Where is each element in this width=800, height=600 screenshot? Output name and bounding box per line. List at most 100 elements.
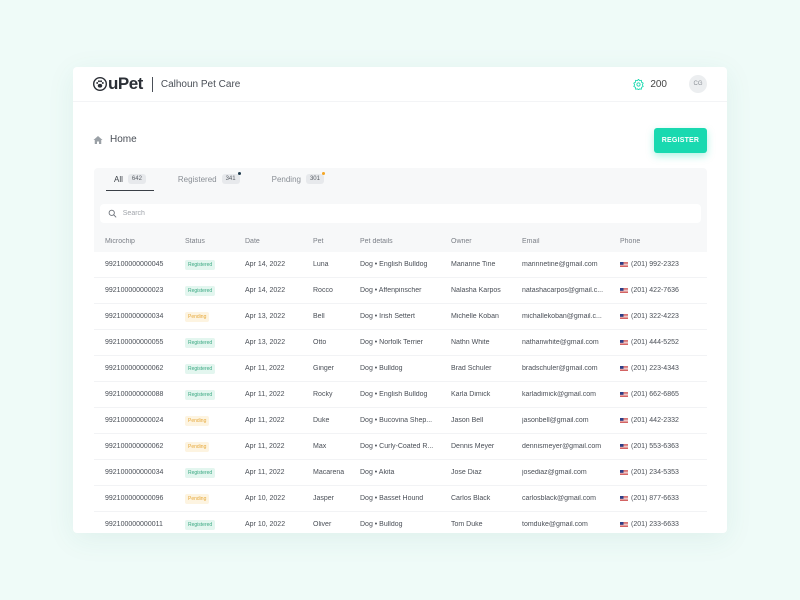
phone-number: (201) 662-6865: [631, 391, 679, 398]
topbar-divider: [73, 101, 727, 102]
phone-cell: (201) 444-5252: [620, 339, 707, 346]
tab-pending[interactable]: Pending 301: [264, 168, 332, 190]
owner-cell: Michelle Koban: [451, 313, 499, 320]
table-row[interactable]: 992100000000055 Registered Apr 13, 2022 Ott…: [94, 330, 707, 356]
status-badge: Pending: [185, 415, 210, 426]
status-badge: Registered: [185, 363, 216, 374]
breadcrumb-home: Home: [110, 134, 137, 145]
pet-details-cell: Dog • Bulldog: [360, 365, 403, 372]
table-row[interactable]: 992100000000023 Registered Apr 14, 2022 Roc…: [94, 278, 707, 304]
register-button[interactable]: REGISTER: [654, 128, 707, 153]
phone-number: (201) 442-2332: [631, 417, 679, 424]
table-row[interactable]: 992100000000024 Pending Apr 11, 2022 Duke Do…: [94, 408, 707, 434]
microchip-cell: 992100000000034: [105, 313, 164, 320]
tab-all[interactable]: All 642: [106, 168, 154, 191]
microchip-cell: 992100000000045: [105, 261, 164, 268]
pet-name-cell: Max: [313, 443, 327, 450]
column-header-email[interactable]: Email: [522, 238, 620, 245]
status-cell: Registered: [185, 363, 245, 374]
status-badge: Pending: [185, 311, 210, 322]
table-row[interactable]: 992100000000034 Registered Apr 11, 2022 Mac…: [94, 460, 707, 486]
tab-count: 341: [225, 176, 236, 182]
pet-name-cell: Ginger: [313, 365, 335, 372]
pet-name-cell: Oliver: [313, 521, 332, 528]
status-badge: Pending: [185, 493, 210, 504]
tab-registered[interactable]: Registered 341: [170, 168, 248, 190]
microchip-cell: 992100000000034: [105, 469, 164, 476]
table-row[interactable]: 992100000000062 Registered Apr 11, 2022 Gin…: [94, 356, 707, 382]
us-flag-icon: [620, 444, 628, 449]
tab-count-badge: 642: [127, 174, 146, 184]
column-header-pet-details[interactable]: Pet details: [360, 238, 451, 245]
column-header-owner[interactable]: Owner: [451, 238, 522, 245]
tab-count-badge: 341: [221, 172, 241, 184]
us-flag-icon: [620, 496, 628, 501]
gear-badge-icon: [633, 78, 645, 90]
table-row[interactable]: 992100000000062 Pending Apr 11, 2022 Max Dog…: [94, 434, 707, 460]
owner-cell: Dennis Meyer: [451, 443, 495, 450]
microchip-cell: 992100000000011: [105, 521, 163, 528]
date-cell: Apr 11, 2022: [245, 443, 285, 450]
pet-details-cell: Dog • Bulldog: [360, 521, 403, 528]
phone-number: (201) 223-4343: [631, 365, 679, 372]
phone-number: (201) 233-6633: [631, 521, 679, 528]
phone-cell: (201) 992-2323: [620, 261, 707, 268]
table-row[interactable]: 992100000000088 Registered Apr 11, 2022 Roc…: [94, 382, 707, 408]
date-cell: Apr 13, 2022: [245, 313, 286, 320]
table-row[interactable]: 992100000000096 Pending Apr 10, 2022 Jasper…: [94, 486, 707, 512]
email-cell: carlosblack@gmail.com: [522, 495, 597, 502]
date-cell: Apr 11, 2022: [245, 417, 285, 424]
pet-name-cell: Macarena: [313, 469, 345, 476]
points-indicator[interactable]: 200: [633, 78, 667, 90]
table-row[interactable]: 992100000000034 Pending Apr 13, 2022 Bell Do…: [94, 304, 707, 330]
email-cell: jasonbell@gmail.com: [522, 417, 589, 424]
tab-label: Pending: [271, 174, 301, 184]
pet-details-cell: Dog • Irish Settert: [360, 313, 415, 320]
status-cell: Pending: [185, 415, 245, 426]
column-header-phone[interactable]: Phone: [620, 238, 707, 245]
phone-number: (201) 877-6633: [631, 495, 679, 502]
pet-name-cell: Jasper: [313, 495, 335, 502]
table-row[interactable]: 992100000000011 Registered Apr 10, 2022 Oli…: [94, 512, 707, 533]
owner-cell: Karla Dimick: [451, 391, 491, 398]
notification-dot: [321, 172, 325, 175]
pet-name-cell: Otto: [313, 339, 327, 346]
logo[interactable]: uPet: [93, 67, 143, 101]
search-input[interactable]: [122, 210, 693, 217]
phone-cell: (201) 442-2332: [620, 417, 707, 424]
column-header-date[interactable]: Date: [245, 238, 313, 245]
tab-count: 301: [309, 176, 320, 182]
status-cell: Registered: [185, 519, 245, 530]
date-cell: Apr 11, 2022: [245, 391, 285, 398]
status-cell: Pending: [185, 493, 245, 504]
status-cell: Registered: [185, 389, 245, 400]
table-row[interactable]: 992100000000045 Registered Apr 14, 2022 Lun…: [94, 252, 707, 278]
search-bar[interactable]: [100, 204, 701, 223]
us-flag-icon: [620, 392, 628, 397]
owner-cell: Marianne Tine: [451, 261, 496, 268]
column-header-status[interactable]: Status: [185, 238, 245, 245]
status-badge: Pending: [185, 441, 210, 452]
column-header-microchip[interactable]: Microchip: [94, 238, 185, 245]
tab-label: All: [114, 174, 123, 184]
pet-name-cell: Duke: [313, 417, 330, 424]
owner-cell: Nalasha Karpos: [451, 287, 501, 294]
us-flag-icon: [620, 340, 628, 345]
pet-details-cell: Dog • Affenpinscher: [360, 287, 422, 294]
status-cell: Registered: [185, 467, 245, 478]
status-badge: Registered: [185, 519, 216, 530]
clinic-name: Calhoun Pet Care: [160, 78, 241, 90]
email-cell: nathanwhite@gmail.com: [522, 339, 599, 346]
breadcrumb[interactable]: Home: [93, 134, 137, 145]
phone-number: (201) 322-4223: [631, 313, 679, 320]
notification-dot: [237, 172, 241, 175]
email-cell: bradschuler@gmail.com: [522, 365, 598, 372]
column-header-pet[interactable]: Pet: [313, 238, 360, 245]
avatar[interactable]: CG: [689, 75, 707, 93]
pet-name-cell: Rocky: [313, 391, 333, 398]
pet-details-cell: Dog • Bucovina Shep...: [360, 417, 433, 424]
microchip-cell: 992100000000096: [105, 495, 164, 502]
status-cell: Pending: [185, 441, 245, 452]
phone-cell: (201) 234-5353: [620, 469, 707, 476]
email-cell: marinnetine@gmail.com: [522, 261, 598, 268]
